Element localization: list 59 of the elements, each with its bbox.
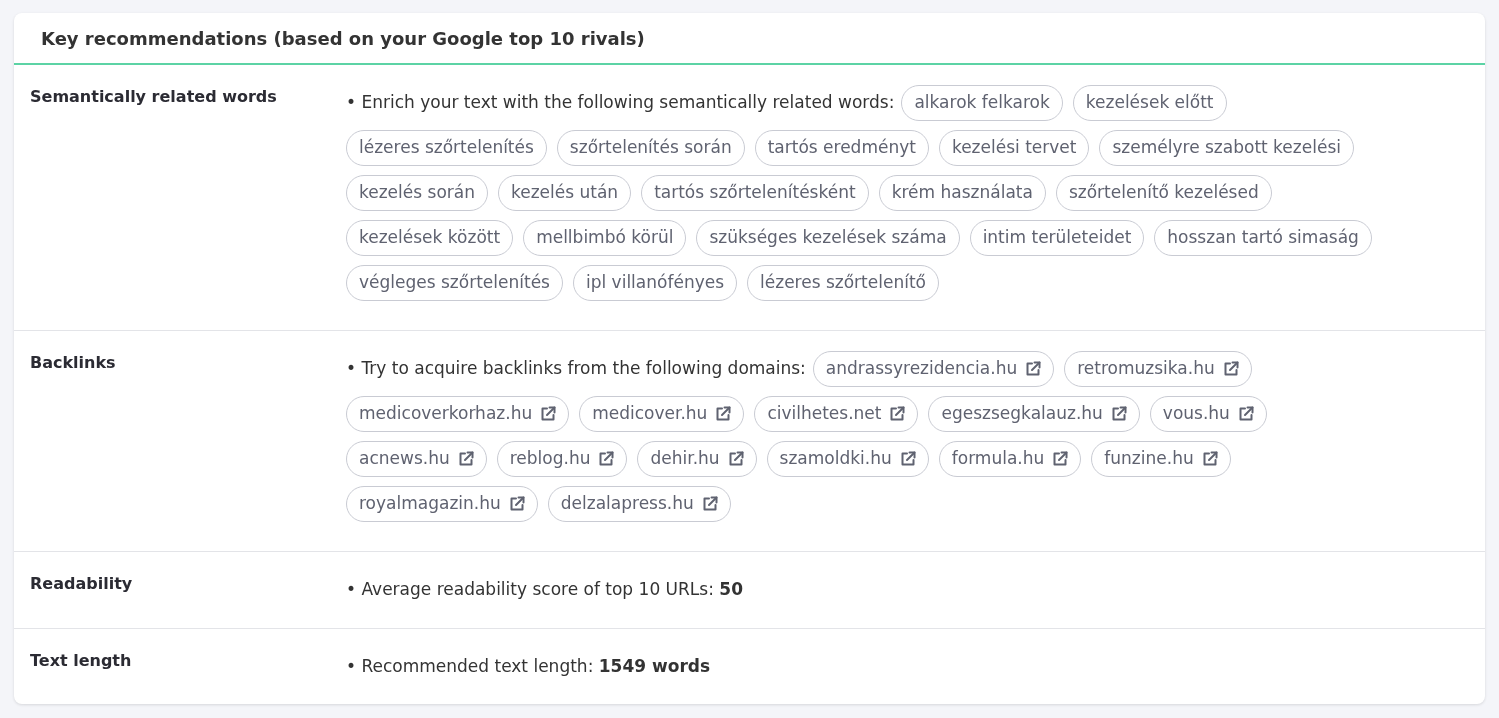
section-label: Backlinks (30, 352, 117, 374)
domain-link[interactable]: dehir.hu (637, 441, 757, 477)
external-link-icon (701, 496, 718, 512)
domain-link[interactable]: vous.hu (1149, 396, 1267, 432)
keyword-tag: végleges szőrtelenítés (346, 265, 563, 301)
external-link-icon (1237, 406, 1254, 422)
keyword-tag: kezelés során (346, 175, 488, 211)
keyword-tag: kezelés után (497, 175, 632, 211)
keyword-tag: kezelések előtt (1072, 85, 1227, 121)
keyword-tag: lézeres szőrtelenítő (747, 265, 939, 301)
keyword-tag: tartós szőrtelenítésként (641, 175, 869, 211)
external-link-icon (1025, 361, 1042, 377)
section-label: Text length (30, 650, 133, 672)
domain-link[interactable]: reblog.hu (496, 441, 628, 477)
keyword-tag: kezelési tervet (938, 130, 1090, 166)
keyword-tag: szükséges kezelések száma (696, 220, 960, 256)
keyword-tag: ipl villanófényes (572, 265, 738, 301)
domain-link[interactable]: acnews.hu (346, 441, 487, 477)
intro-text: • Try to acquire backlinks from the following domains: (346, 357, 806, 381)
keyword-tag: lézeres szőrtelenítés (346, 130, 547, 166)
keyword-tag: szőrtelenítés során (556, 130, 745, 166)
keyword-tag: kezelések között (346, 220, 514, 256)
external-link-icon (508, 496, 525, 512)
domain-link[interactable]: royalmagazin.hu (346, 486, 538, 522)
section-label: Readability (30, 573, 134, 595)
external-link-icon (1052, 451, 1069, 467)
keyword-tag: mellbimbó körül (523, 220, 687, 256)
keyword-tag: tartós eredményt (754, 130, 929, 166)
external-link-icon (899, 451, 916, 467)
external-link-icon (889, 406, 906, 422)
keyword-tag: intim területeidet (969, 220, 1145, 256)
domain-link[interactable]: andrassyrezidencia.hu (812, 351, 1055, 387)
domain-link[interactable]: medicover.hu (579, 396, 745, 432)
domain-link[interactable]: szamoldki.hu (766, 441, 929, 477)
external-link-icon (1222, 361, 1239, 377)
card-title: Key recommendations (based on your Google top 10 rivals) (41, 26, 645, 51)
keyword-tag: személyre szabott kezelési (1099, 130, 1354, 166)
intro-text: • Enrich your text with the following semantically related words: (346, 91, 895, 115)
external-link-icon (727, 451, 744, 467)
external-link-icon (1110, 406, 1127, 422)
recommendation-text: • Average readability score of top 10 URLs: 50 (346, 578, 743, 602)
domain-link[interactable]: egeszsegkalauz.hu (928, 396, 1140, 432)
keyword-tag: krém használata (878, 175, 1046, 211)
domain-link[interactable]: funzine.hu (1091, 441, 1231, 477)
section-label: Semantically related words (30, 86, 278, 108)
keyword-tag: alkarok felkarok (901, 85, 1063, 121)
external-link-icon (1201, 451, 1218, 467)
external-link-icon (540, 406, 557, 422)
keyword-tag: hosszan tartó simaság (1154, 220, 1372, 256)
domain-link[interactable]: medicoverkorhaz.hu (346, 396, 570, 432)
keyword-tag: szőrtelenítő kezelésed (1055, 175, 1272, 211)
domain-link[interactable]: formula.hu (938, 441, 1082, 477)
external-link-icon (598, 451, 615, 467)
domain-link[interactable]: delzalapress.hu (547, 486, 731, 522)
external-link-icon (715, 406, 732, 422)
external-link-icon (457, 451, 474, 467)
recommendation-text: • Recommended text length: 1549 words (346, 655, 711, 679)
domain-link[interactable]: civilhetes.net (754, 396, 919, 432)
domain-link[interactable]: retromuzsika.hu (1064, 351, 1252, 387)
